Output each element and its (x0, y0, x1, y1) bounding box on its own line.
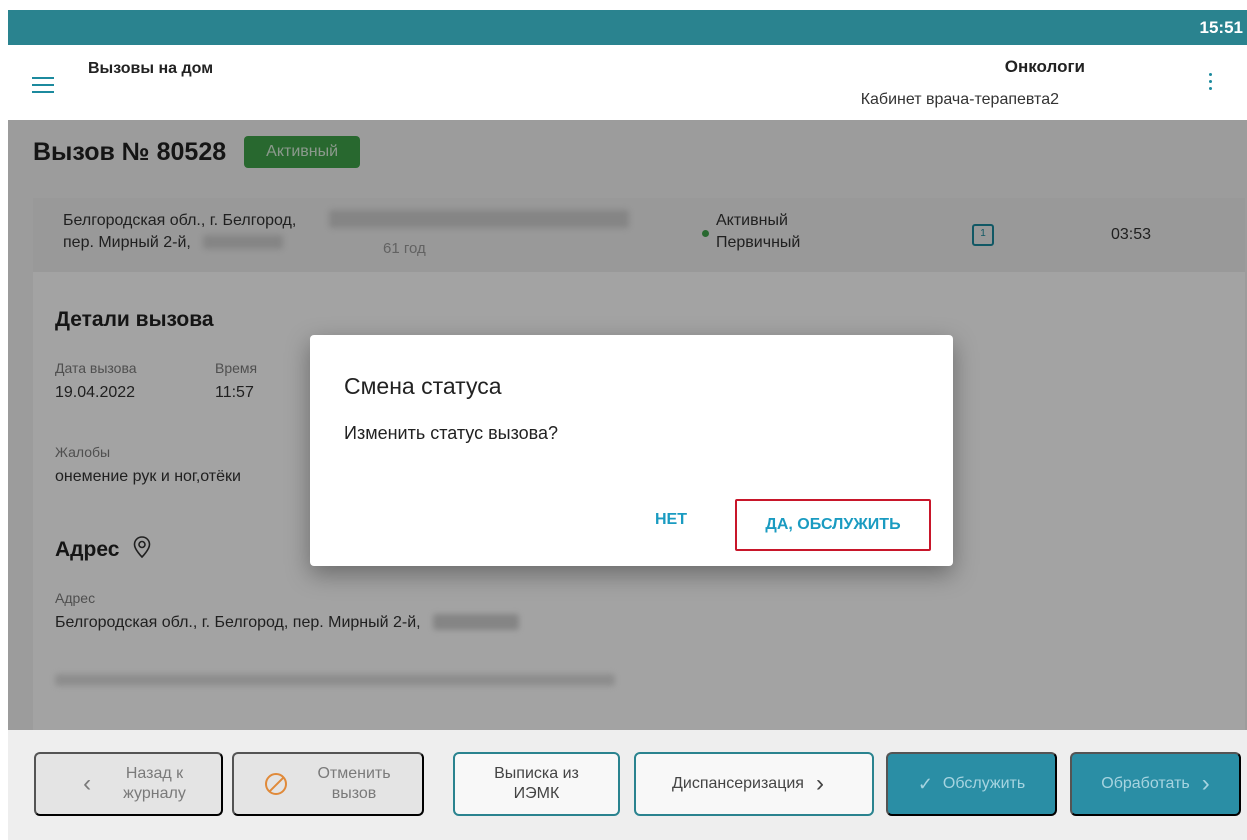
iemk-extract-label: Выписка из ИЭМК (494, 765, 579, 802)
serve-label: Обслужить (942, 775, 1026, 792)
dispensarization-label: Диспансеризация (672, 775, 804, 792)
back-to-journal-label: Назад к журналу (123, 765, 186, 802)
more-options-icon[interactable] (1209, 73, 1213, 91)
chevron-right-icon: › (815, 770, 824, 797)
chevron-right-icon: › (1201, 770, 1210, 797)
dispensarization-button[interactable]: Диспансеризация › (634, 752, 874, 816)
status-clock: 15:51 (1199, 18, 1243, 37)
iemk-extract-button[interactable]: Выписка из ИЭМК (453, 752, 620, 816)
app-title: Вызовы на дом (88, 60, 214, 77)
process-button[interactable]: Обработать › (1070, 752, 1241, 816)
app-bar: Вызовы на дом Онкологи Кабинет врача-тер… (8, 45, 1247, 120)
menu-icon[interactable] (32, 77, 54, 93)
department-name[interactable]: Онкологи (1005, 57, 1085, 77)
check-icon: ✓ (917, 774, 933, 794)
back-to-journal-button[interactable]: ‹ Назад к журналу (34, 752, 223, 816)
change-status-dialog: Смена статуса Изменить статус вызова? НЕ… (310, 335, 953, 566)
cancel-call-label: Отменить вызов (317, 765, 391, 802)
bottom-action-bar: ‹ Назад к журналу Отменить вызов Выписка… (8, 730, 1247, 840)
status-bar: 15:51 (8, 10, 1247, 45)
cancel-call-button[interactable]: Отменить вызов (232, 752, 424, 816)
dialog-message: Изменить статус вызова? (344, 423, 559, 443)
dialog-title: Смена статуса (344, 373, 502, 399)
process-label: Обработать (1101, 775, 1190, 792)
dialog-no-button[interactable]: НЕТ (655, 511, 687, 529)
cancel-icon (265, 773, 288, 795)
room-name[interactable]: Кабинет врача-терапевта2 (861, 91, 1059, 109)
chevron-left-icon: ‹ (83, 770, 92, 797)
dialog-yes-serve-button[interactable]: ДА, ОБСЛУЖИТЬ (735, 499, 931, 551)
serve-button[interactable]: ✓ Обслужить (886, 752, 1057, 816)
